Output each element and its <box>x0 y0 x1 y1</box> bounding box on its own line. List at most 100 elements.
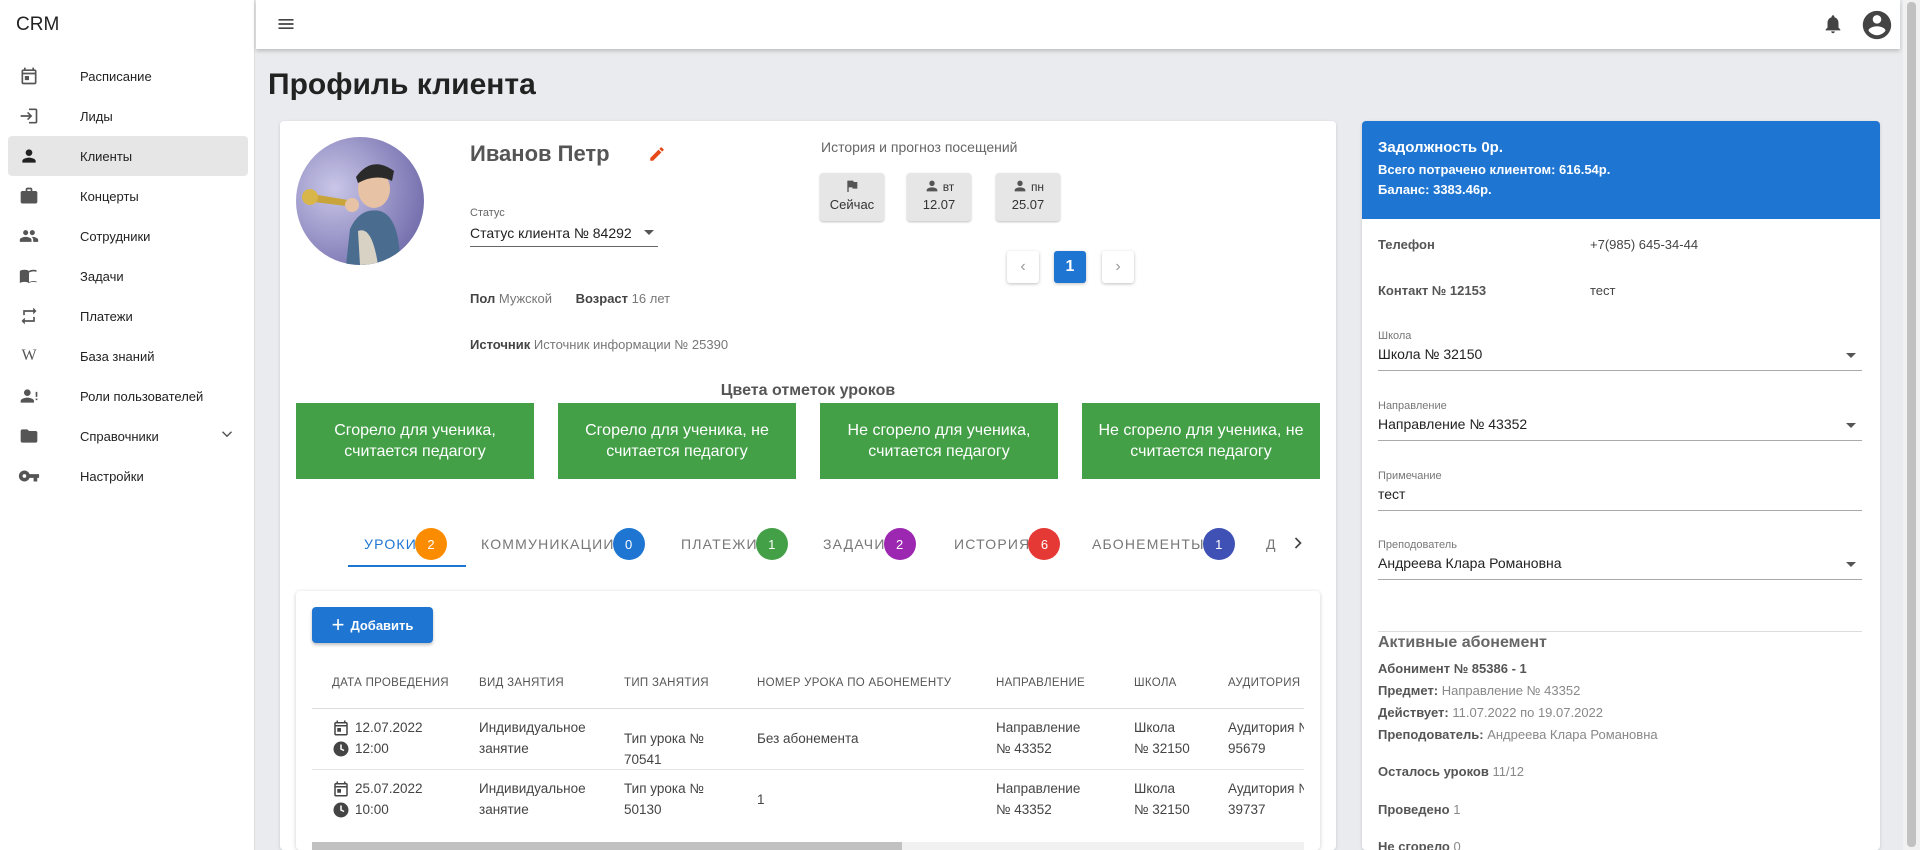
chevron-right-icon[interactable] <box>1288 533 1308 558</box>
teacher-select[interactable]: Андреева Клара Романовна <box>1378 552 1862 580</box>
subscription-name: Абонимент № 85386 - 1 <box>1378 661 1527 676</box>
sidebar-item-leads[interactable]: Лиды <box>8 96 248 136</box>
sidebar-item-concerts[interactable]: Концерты <box>8 176 248 216</box>
sidebar-menu: Расписание Лиды Клиенты Концерты Сотрудн… <box>8 56 248 496</box>
cell-line: занятие <box>479 741 529 756</box>
tab-lessons[interactable]: УРОКИ 2 <box>364 521 448 567</box>
cell-line: Индивидуальное <box>479 781 586 796</box>
column-header[interactable]: ДАТА ПРОВЕДЕНИЯ <box>332 677 449 689</box>
valid-value: 11.07.2022 по 19.07.2022 <box>1452 705 1604 720</box>
visit-chip-now[interactable]: Сейчас <box>820 173 884 221</box>
note-value: тест <box>1378 486 1406 502</box>
sidebar-item-roles[interactable]: Роли пользователей <box>8 376 248 416</box>
add-lesson-button[interactable]: + Добавить <box>312 607 433 643</box>
avatar <box>296 137 424 265</box>
account-icon[interactable] <box>1860 8 1894 47</box>
cell-line: № 32150 <box>1134 741 1190 756</box>
sidebar-item-knowledge[interactable]: W База знаний <box>8 336 248 376</box>
valid-key: Действует: <box>1378 705 1449 720</box>
gender-age-line: Пол Мужской Возраст 16 лет <box>470 291 670 306</box>
column-header[interactable]: ШКОЛА <box>1134 677 1177 689</box>
age-value: 16 лет <box>631 291 671 306</box>
lesson-direction-cell: Направление № 43352 <box>996 717 1080 759</box>
tab-history[interactable]: ИСТОРИЯ 6 <box>954 521 1061 567</box>
menu-icon[interactable] <box>276 14 296 39</box>
cell-line: 39737 <box>1228 802 1266 817</box>
direction-select[interactable]: Направление № 43352 <box>1378 413 1862 441</box>
contact-key: Контакт № 12153 <box>1378 283 1487 298</box>
done-value: 1 <box>1453 802 1461 817</box>
column-header[interactable]: НАПРАВЛЕНИЕ <box>996 677 1085 689</box>
sidebar-item-label: Справочники <box>80 428 159 444</box>
cell-line: Направление <box>996 781 1081 796</box>
pager-prev-button[interactable]: ‹ <box>1007 251 1039 283</box>
status-select[interactable]: Статус клиента № 84292 <box>470 221 658 247</box>
lesson-number-cell: Без абонемента <box>757 731 859 746</box>
horizontal-scrollbar[interactable] <box>312 842 1304 850</box>
wikipedia-icon: W <box>21 347 37 364</box>
subject-key: Предмет: <box>1378 683 1439 698</box>
tab-more[interactable]: Д <box>1266 521 1277 567</box>
pager-next-button[interactable]: › <box>1102 251 1134 283</box>
count-badge: 1 <box>755 528 788 560</box>
visit-chip[interactable]: вт 12.07 <box>907 173 971 221</box>
notburned-value: 0 <box>1453 839 1461 850</box>
clock-icon <box>332 801 350 819</box>
tabs: УРОКИ 2 КОММУНИКАЦИИ 0 ПЛАТЕЖИ 1 ЗАДАЧИ … <box>348 521 1308 567</box>
sidebar-item-label: Концерты <box>80 188 139 204</box>
subscription-teacher: Преподователь: Андреева Клара Романовна <box>1378 727 1658 742</box>
lesson-direction-cell: Направление № 43352 <box>996 778 1080 820</box>
tab-subscriptions[interactable]: АБОНЕМЕНТЫ 1 <box>1092 521 1235 567</box>
person-icon <box>1012 178 1028 197</box>
visit-chip[interactable]: пн 25.07 <box>996 173 1060 221</box>
folder-icon <box>18 425 40 447</box>
sidebar-item-label: Сотрудники <box>80 228 151 244</box>
sidebar-item-schedule[interactable]: Расписание <box>8 56 248 96</box>
note-field[interactable]: тест <box>1378 483 1862 511</box>
briefcase-icon <box>18 185 40 207</box>
repeat-icon <box>18 305 40 327</box>
tab-payments[interactable]: ПЛАТЕЖИ 1 <box>681 521 788 567</box>
client-name: Иванов Петр <box>470 141 610 166</box>
calendar-icon <box>18 65 40 87</box>
active-subscription-title: Активные абонемент <box>1378 634 1547 651</box>
scrollbar-thumb[interactable] <box>312 842 902 850</box>
teacher-value: Андреева Клара Романовна <box>1487 727 1658 742</box>
cell-line: 50130 <box>624 802 662 817</box>
direction-value: Направление № 43352 <box>1378 416 1528 432</box>
column-header[interactable]: АУДИТОРИЯ <box>1228 677 1300 689</box>
school-select[interactable]: Школа № 32150 <box>1378 343 1862 371</box>
dropdown-arrow-icon <box>1846 423 1856 428</box>
tab-tasks[interactable]: ЗАДАЧИ 2 <box>823 521 916 567</box>
lesson-school-cell: Школа № 32150 <box>1134 778 1190 820</box>
column-header[interactable]: ТИП ЗАНЯТИЯ <box>624 677 709 689</box>
teacher-key: Преподователь: <box>1378 727 1484 742</box>
visit-chip-day: пн <box>1030 180 1045 194</box>
sidebar-item-label: Задачи <box>80 268 124 284</box>
subject-value: Направление № 43352 <box>1441 683 1581 698</box>
lessons-left: Осталось уроков 11/12 <box>1378 764 1524 779</box>
tab-communications[interactable]: КОММУНИКАЦИИ 0 <box>481 521 645 567</box>
vertical-scrollbar[interactable] <box>1903 0 1920 850</box>
lesson-color-box: Сгорело для ученика, не считается педаго… <box>558 403 796 479</box>
scrollbar-thumb[interactable] <box>1907 2 1916 847</box>
phone-value[interactable]: +7(985) 645-34-44 <box>1590 237 1698 252</box>
visit-chip-date: 12.07 <box>922 197 956 212</box>
sidebar-item-staff[interactable]: Сотрудники <box>8 216 248 256</box>
age-key: Возраст <box>575 291 629 306</box>
sidebar-item-tasks[interactable]: Задачи <box>8 256 248 296</box>
pager-page-1[interactable]: 1 <box>1054 251 1086 283</box>
sidebar-item-clients[interactable]: Клиенты <box>8 136 248 176</box>
column-header[interactable]: ВИД ЗАНЯТИЯ <box>479 677 564 689</box>
edit-icon[interactable] <box>648 145 666 168</box>
sidebar-item-directories[interactable]: Справочники <box>8 416 248 456</box>
column-header[interactable]: НОМЕР УРОКА ПО АБОНЕМЕНТУ <box>757 677 951 689</box>
chevron-down-icon[interactable] <box>218 425 236 448</box>
sidebar-item-settings[interactable]: Настройки <box>8 456 248 496</box>
tab-label: КОММУНИКАЦИИ <box>481 536 615 552</box>
sidebar-item-payments[interactable]: Платежи <box>8 296 248 336</box>
page-title: Профиль клиента <box>268 68 536 101</box>
lesson-color-box: Не сгорело для ученика, считается педаго… <box>820 403 1058 479</box>
note-label: Примечание <box>1378 470 1442 482</box>
teacher-value: Андреева Клара Романовна <box>1378 555 1562 571</box>
